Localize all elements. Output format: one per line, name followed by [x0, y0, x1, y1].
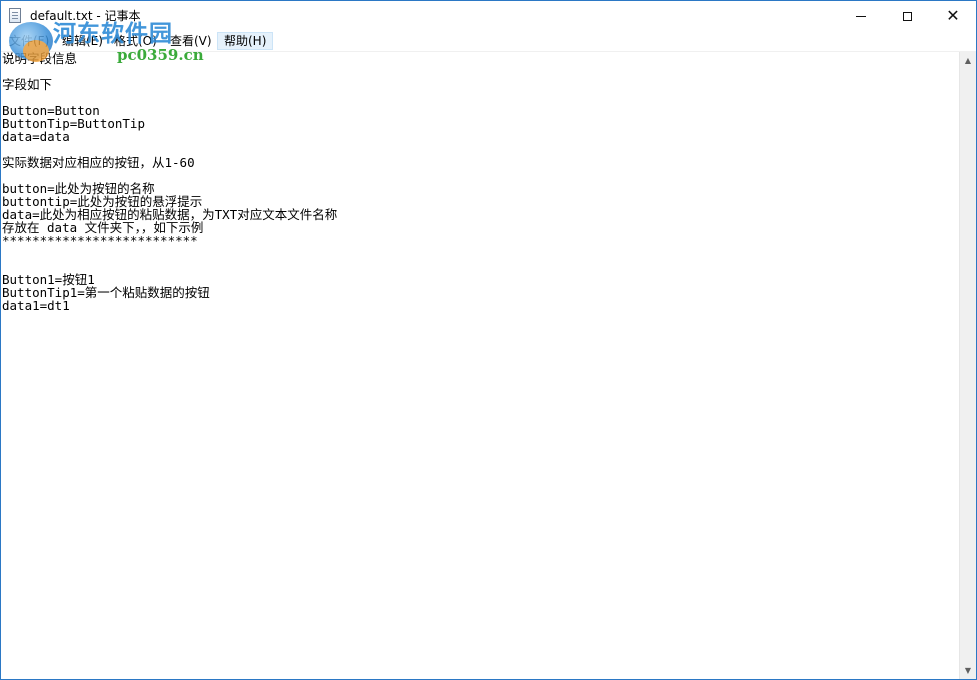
maximize-icon — [902, 11, 912, 21]
menu-view[interactable]: 查看(V) — [164, 32, 218, 50]
menu-format[interactable]: 格式(O) — [108, 32, 163, 50]
notepad-window: default.txt - 记事本 ✕ 文件(F) 编辑(E) 格式(O) 查看… — [0, 0, 977, 680]
menu-file[interactable]: 文件(F) — [3, 32, 55, 50]
editor-content[interactable]: 说明字段信息 字段如下 Button=Button ButtonTip=Butt… — [1, 52, 959, 312]
vertical-scrollbar[interactable]: ▲ ▼ — [959, 52, 976, 679]
scroll-up-icon[interactable]: ▲ — [960, 52, 976, 69]
title-bar[interactable]: default.txt - 记事本 ✕ — [1, 1, 976, 31]
minimize-icon — [856, 15, 866, 17]
menu-bar: 文件(F) 编辑(E) 格式(O) 查看(V) 帮助(H) — [1, 31, 976, 52]
minimize-button[interactable] — [838, 1, 884, 31]
close-icon: ✕ — [946, 6, 960, 25]
menu-help[interactable]: 帮助(H) — [217, 32, 274, 50]
text-editor[interactable]: 说明字段信息 字段如下 Button=Button ButtonTip=Butt… — [1, 52, 959, 679]
window-title: default.txt - 记事本 — [30, 9, 141, 23]
menu-edit[interactable]: 编辑(E) — [56, 32, 109, 50]
scroll-down-icon[interactable]: ▼ — [960, 662, 976, 679]
maximize-button[interactable] — [884, 1, 930, 31]
close-button[interactable]: ✕ — [930, 1, 976, 31]
notepad-icon — [9, 8, 21, 23]
